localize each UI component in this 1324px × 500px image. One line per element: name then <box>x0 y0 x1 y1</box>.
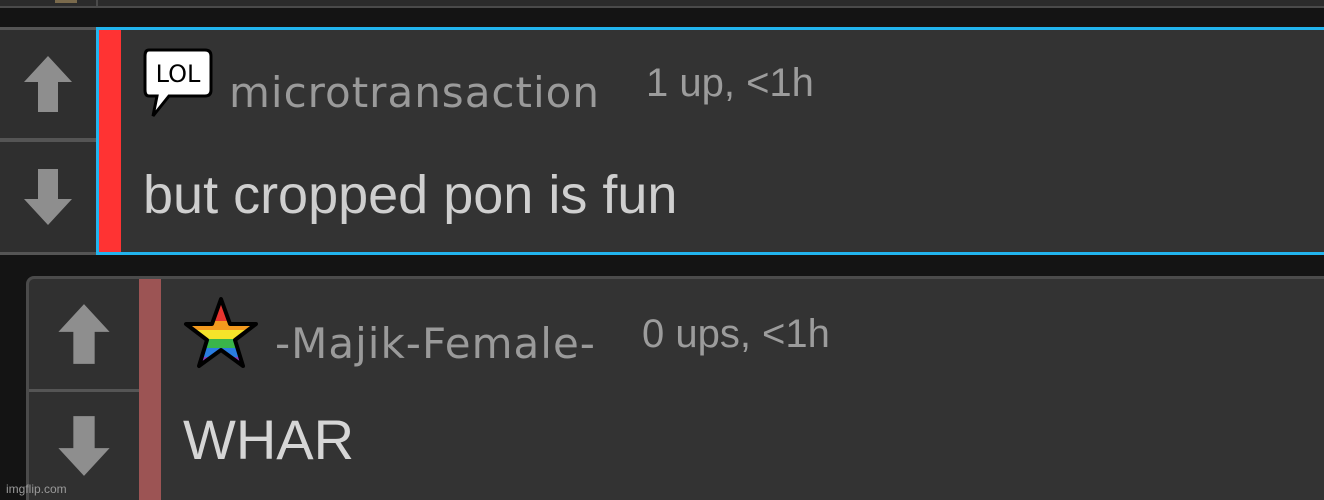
comment-flag-bar <box>99 30 121 252</box>
divider <box>96 0 98 6</box>
comment-text: WHAR <box>183 408 355 471</box>
comment-reply: -Majik-Female- 0 ups, <1h WHAR <box>26 276 1324 500</box>
upvote-button[interactable] <box>29 279 139 392</box>
username-link[interactable]: -Majik-Female- <box>275 322 596 365</box>
comment: LOL microtransaction 1 up, <1h but cropp… <box>0 27 1324 255</box>
comment-flag-bar <box>139 279 161 500</box>
vote-column <box>0 27 96 255</box>
comment-meta: -Majik-Female- 0 ups, <1h <box>183 295 830 376</box>
arrow-up-icon <box>55 302 113 366</box>
vote-column <box>29 279 139 500</box>
lol-badge-text: LOL <box>156 60 201 88</box>
upvote-button[interactable] <box>0 27 96 141</box>
comment-body: LOL microtransaction 1 up, <1h but cropp… <box>96 27 1324 255</box>
previous-comment-edge <box>0 0 1324 8</box>
arrow-down-icon <box>22 167 74 227</box>
comment-text: but cropped pon is fun <box>143 165 678 225</box>
score-and-time: 0 ups, <1h <box>641 311 830 356</box>
previous-comment-marker <box>55 0 77 3</box>
downvote-button[interactable] <box>0 139 96 255</box>
arrow-up-icon <box>22 54 74 114</box>
score-and-time: 1 up, <1h <box>645 60 814 105</box>
comment-meta: LOL microtransaction 1 up, <1h <box>143 46 814 123</box>
lol-speech-bubble-icon: LOL <box>143 46 213 123</box>
username-link[interactable]: microtransaction <box>229 71 600 114</box>
rainbow-star-icon <box>183 295 259 376</box>
arrow-down-icon <box>55 414 113 478</box>
comment-body: -Majik-Female- 0 ups, <1h WHAR <box>139 279 1324 500</box>
watermark: imgflip.com <box>6 482 67 496</box>
